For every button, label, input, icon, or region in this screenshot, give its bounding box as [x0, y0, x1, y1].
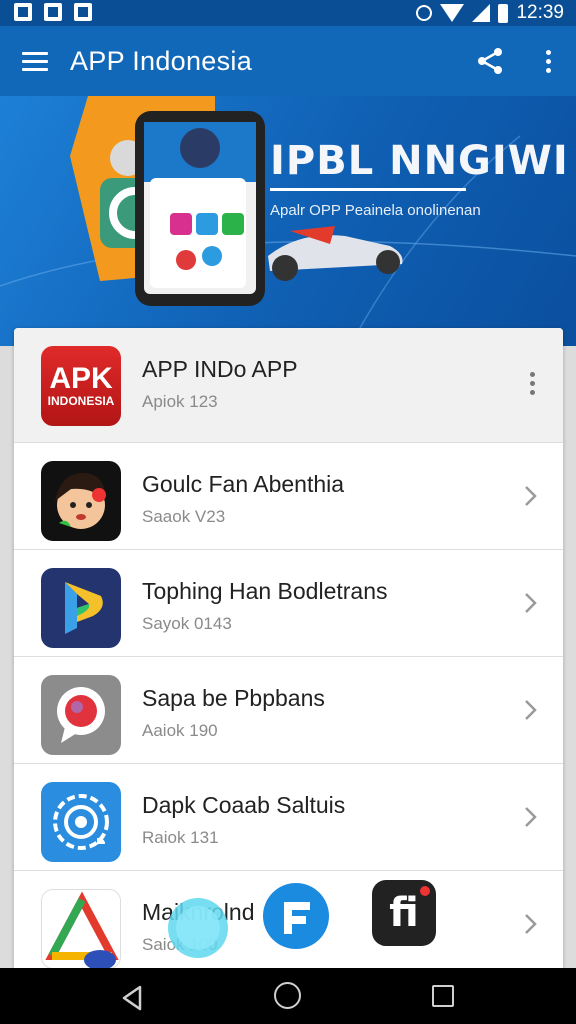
blue-f-app-icon[interactable] — [262, 882, 330, 950]
black-fi-app-icon[interactable]: fi — [372, 880, 436, 946]
banner-divider — [270, 188, 466, 191]
list-item[interactable]: Tophing Han Bodletrans Sayok 0143 — [14, 550, 563, 657]
chevron-right-icon[interactable] — [517, 697, 543, 723]
signal-icon — [472, 4, 491, 22]
list-item-title: Goulc Fan Abenthia — [142, 471, 345, 497]
app-list: APK INDONESIA APP INDo APP Apiok 123 Gou… — [14, 328, 563, 968]
banner-illustration — [0, 96, 576, 346]
list-item-subtitle: Sayok 0143 — [142, 614, 232, 633]
apk-indonesia-logo-icon: APK INDONESIA — [41, 346, 121, 426]
recent-apps-icon[interactable] — [432, 985, 454, 1007]
cartoon-girl-icon — [41, 461, 121, 541]
notification-dot — [420, 886, 430, 896]
list-item-subtitle: Aaiok 190 — [142, 721, 218, 740]
more-vert-icon[interactable] — [530, 372, 535, 395]
app-bar: APP Indonesia — [0, 26, 576, 96]
gear-target-icon — [41, 782, 121, 862]
list-item-subtitle: Raiok 131 — [142, 828, 219, 847]
list-item-subtitle: Apiok 123 — [142, 392, 218, 411]
chevron-right-icon[interactable] — [517, 911, 543, 937]
overflow-menu-icon[interactable] — [520, 26, 576, 96]
notification-icons — [14, 3, 92, 21]
chevron-right-icon[interactable] — [517, 590, 543, 616]
status-bar: 12:39 — [0, 0, 576, 26]
list-item[interactable]: Sapa be Pbpbans Aaiok 190 — [14, 657, 563, 764]
chat-bubble-icon — [41, 675, 121, 755]
cyan-circle-icon[interactable] — [166, 896, 230, 960]
image-notification-icon — [44, 3, 62, 21]
page-title: APP Indonesia — [70, 45, 253, 76]
hamburger-menu-icon[interactable] — [0, 26, 70, 96]
battery-icon — [498, 3, 509, 23]
alarm-icon — [416, 5, 433, 21]
share-icon[interactable] — [460, 26, 520, 96]
banner-headline: IPBL NNGIWI — [270, 138, 569, 184]
triangle-logo-icon — [41, 889, 121, 968]
status-time: 12:39 — [516, 2, 564, 23]
list-item-title: Sapa be Pbpbans — [142, 685, 325, 711]
play-logo-icon — [41, 568, 121, 648]
list-item-subtitle: Saaok V23 — [142, 507, 226, 526]
list-item[interactable]: Goulc Fan Abenthia Saaok V23 — [14, 443, 563, 550]
list-item-title: APP INDo APP — [142, 356, 298, 382]
promo-banner[interactable]: IPBL NNGIWI Apalr OPP Peainela onolinena… — [0, 96, 576, 346]
list-item[interactable]: Dapk Coaab Saltuis Raiok 131 — [14, 764, 563, 871]
chevron-right-icon[interactable] — [517, 804, 543, 830]
wifi-icon — [440, 4, 465, 22]
home-icon[interactable] — [274, 982, 301, 1009]
check-notification-icon — [74, 3, 92, 21]
gallery-notification-icon — [14, 3, 32, 21]
back-icon[interactable] — [118, 984, 146, 1012]
list-item-title: Tophing Han Bodletrans — [142, 578, 388, 604]
list-item[interactable]: APK INDONESIA APP INDo APP Apiok 123 — [14, 328, 563, 443]
chevron-right-icon[interactable] — [517, 483, 543, 509]
banner-tagline: Apalr OPP Peainela onolinenan — [270, 202, 481, 219]
system-nav-bar — [0, 968, 576, 1024]
list-item-title: Dapk Coaab Saltuis — [142, 792, 346, 818]
